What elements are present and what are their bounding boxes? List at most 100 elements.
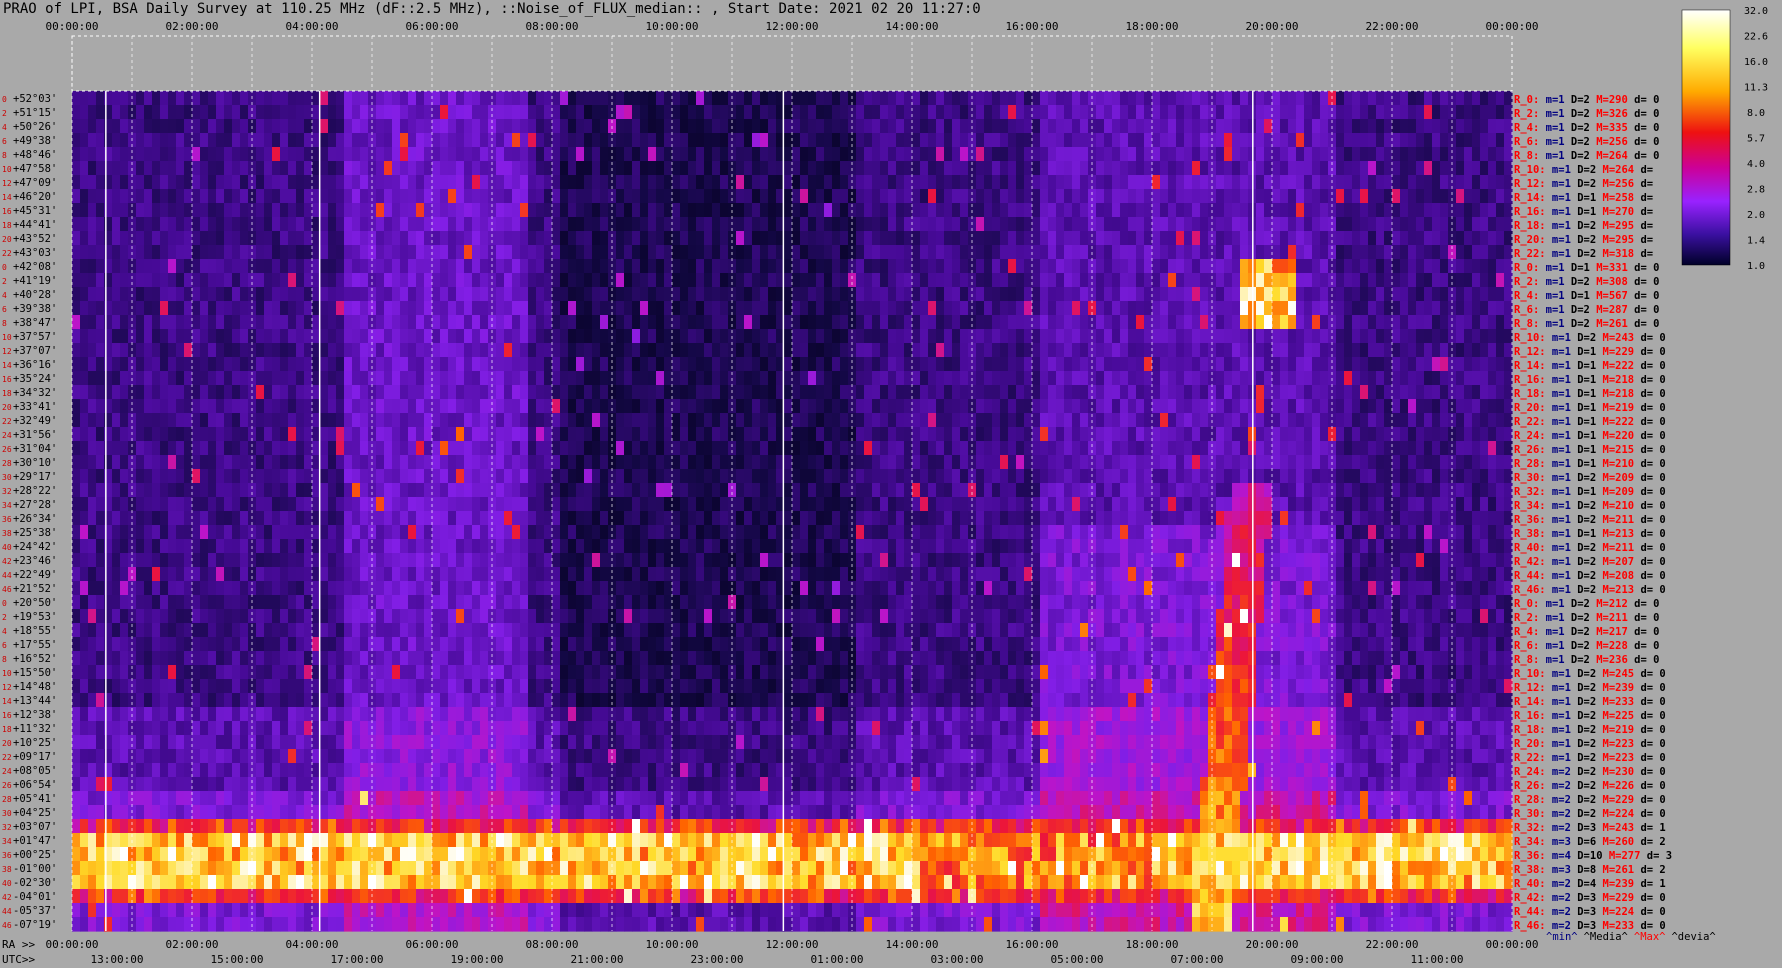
heatmap-cell	[720, 357, 729, 372]
heatmap-cell	[752, 441, 761, 456]
heatmap-cell	[152, 91, 161, 106]
heatmap-cell	[368, 273, 377, 288]
heatmap-cell	[1128, 413, 1137, 428]
heatmap-cell	[80, 315, 89, 330]
heatmap-cell	[672, 259, 681, 274]
heatmap-cell	[1176, 259, 1185, 274]
heatmap-cell	[376, 189, 385, 204]
heatmap-cell	[184, 91, 193, 106]
heatmap-cell	[552, 189, 561, 204]
heatmap-cell	[136, 203, 145, 218]
heatmap-cell	[656, 147, 665, 162]
heatmap-cell	[1296, 343, 1305, 358]
heatmap-cell	[1440, 329, 1449, 344]
heatmap-cell	[480, 119, 489, 134]
heatmap-cell	[120, 175, 129, 190]
heatmap-cell	[496, 469, 505, 484]
heatmap-cell	[496, 385, 505, 400]
heatmap-cell	[1320, 455, 1329, 470]
heatmap-cell	[1104, 357, 1113, 372]
heatmap-cell	[160, 427, 169, 442]
heatmap-cell	[544, 287, 553, 302]
heatmap-cell	[328, 217, 337, 232]
heatmap-cell	[1304, 105, 1313, 120]
heatmap-cell	[784, 91, 793, 106]
heatmap-cell	[136, 385, 145, 400]
heatmap-cell	[696, 385, 705, 400]
heatmap-cell	[1432, 91, 1441, 106]
heatmap-cell	[1360, 119, 1369, 134]
heatmap-cell	[200, 371, 209, 386]
heatmap-cell	[896, 161, 905, 176]
heatmap-cell	[168, 399, 177, 414]
heatmap-cell	[528, 441, 537, 456]
heatmap-cell	[1432, 427, 1441, 442]
heatmap-cell	[1192, 105, 1201, 120]
heatmap-cell	[408, 469, 417, 484]
heatmap-cell	[792, 469, 801, 484]
heatmap-cell	[1416, 231, 1425, 246]
heatmap-cell	[928, 147, 937, 162]
heatmap-cell	[1048, 105, 1057, 120]
heatmap-cell	[1400, 287, 1409, 302]
heatmap-cell	[896, 357, 905, 372]
heatmap-cell	[72, 441, 81, 456]
heatmap-cell	[760, 413, 769, 428]
heatmap-cell	[1208, 441, 1217, 456]
heatmap-cell	[344, 147, 353, 162]
heatmap-cell	[664, 133, 673, 148]
heatmap-cell	[664, 105, 673, 120]
heatmap-cell	[1104, 399, 1113, 414]
heatmap-cell	[168, 147, 177, 162]
heatmap-cell	[640, 469, 649, 484]
heatmap-cell	[1312, 91, 1321, 106]
heatmap-cell	[1008, 329, 1017, 344]
heatmap-cell	[1072, 399, 1081, 414]
heatmap-cell	[1264, 273, 1273, 288]
heatmap-cell	[112, 273, 121, 288]
heatmap-cell	[320, 413, 329, 428]
heatmap-cell	[472, 203, 481, 218]
heatmap-cell	[712, 105, 721, 120]
heatmap-cell	[960, 343, 969, 358]
heatmap-cell	[136, 469, 145, 484]
heatmap-cell	[496, 203, 505, 218]
heatmap-cell	[1496, 343, 1505, 358]
heatmap-cell	[144, 371, 153, 386]
heatmap-cell	[888, 245, 897, 260]
heatmap-cell	[752, 357, 761, 372]
heatmap-cell	[1440, 357, 1449, 372]
heatmap-cell	[872, 91, 881, 106]
heatmap-cell	[704, 385, 713, 400]
heatmap-cell	[1400, 245, 1409, 260]
heatmap-cell	[112, 259, 121, 274]
heatmap-cell	[304, 427, 313, 442]
heatmap-cell	[712, 147, 721, 162]
heatmap-cell	[456, 189, 465, 204]
heatmap-cell	[504, 217, 513, 232]
heatmap-cell	[1024, 203, 1033, 218]
heatmap-cell	[1152, 385, 1161, 400]
heatmap-cell	[1496, 217, 1505, 232]
heatmap-cell	[696, 203, 705, 218]
heatmap-cell	[440, 147, 449, 162]
heatmap-cell	[1416, 399, 1425, 414]
heatmap-cell	[168, 455, 177, 470]
heatmap-cell	[1360, 301, 1369, 316]
heatmap-cell	[904, 217, 913, 232]
heatmap-cell	[576, 301, 585, 316]
heatmap-cell	[1008, 119, 1017, 134]
heatmap-cell	[264, 329, 273, 344]
heatmap-cell	[208, 91, 217, 106]
heatmap-cell	[1384, 231, 1393, 246]
heatmap-cell	[440, 301, 449, 316]
heatmap-cell	[528, 259, 537, 274]
heatmap-cell	[1016, 245, 1025, 260]
heatmap-cell	[784, 399, 793, 414]
heatmap-cell	[1128, 315, 1137, 330]
heatmap-cell	[752, 371, 761, 386]
heatmap-cell	[904, 287, 913, 302]
heatmap-cell	[1032, 455, 1041, 470]
heatmap-cell	[224, 371, 233, 386]
heatmap-cell	[288, 231, 297, 246]
